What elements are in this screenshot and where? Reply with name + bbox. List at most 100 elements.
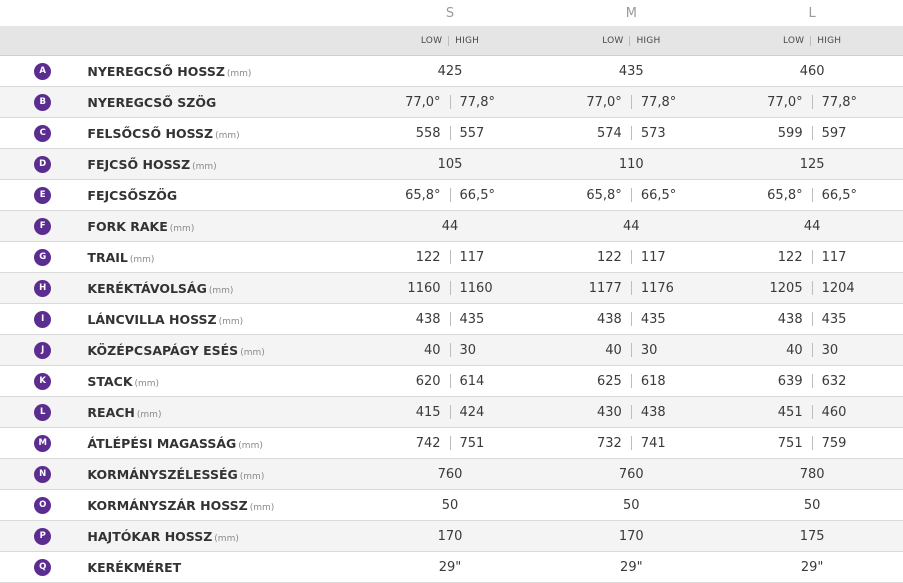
row-label-cell: FELSŐCSŐ HOSSZ (mm) xyxy=(87,126,358,141)
low-high-pair: 77,0° 77,8° xyxy=(405,95,495,110)
separator xyxy=(811,281,813,295)
row-label: ÁTLÉPÉSI MAGASSÁG xyxy=(87,435,237,451)
row-label: REACH xyxy=(87,404,135,420)
high-value: 435 xyxy=(640,311,666,327)
separator xyxy=(448,35,450,46)
low-value: 574 xyxy=(596,125,622,141)
row-letter-badge: C xyxy=(34,124,52,142)
row-letter-badge: A xyxy=(34,62,52,80)
low-value: 639 xyxy=(777,373,803,389)
value: 110 xyxy=(618,156,644,172)
high-value: 751 xyxy=(459,435,485,451)
table-row: D FEJCSŐ HOSSZ (mm) 105 110 125 xyxy=(0,149,903,180)
row-label-cell: NYEREGCSŐ SZÖG xyxy=(87,95,358,110)
high-label: HIGH xyxy=(455,35,480,46)
separator xyxy=(811,374,813,388)
high-value: 435 xyxy=(821,311,847,327)
row-letter-badge: O xyxy=(34,496,52,514)
low-high-pair: 625 618 xyxy=(597,374,666,389)
separator xyxy=(629,35,631,46)
value-cell-s: 425 xyxy=(359,64,542,79)
table-row: G TRAIL (mm) 122 117 122 117 122 117 xyxy=(0,242,903,273)
high-value: 759 xyxy=(821,435,847,451)
row-label: STACK xyxy=(87,373,133,389)
low-label: LOW xyxy=(782,35,805,46)
high-value: 117 xyxy=(640,249,666,265)
row-unit: (mm) xyxy=(215,130,240,141)
value: 760 xyxy=(437,466,463,482)
row-label: FEJCSŐ HOSSZ xyxy=(87,156,191,172)
high-value: 77,8° xyxy=(821,94,858,110)
low-high-pair: 65,8° 66,5° xyxy=(767,188,857,203)
value-cell-m: 574 573 xyxy=(541,126,721,141)
low-high-pair: 122 117 xyxy=(778,250,847,265)
row-letter-badge: D xyxy=(34,155,52,173)
separator xyxy=(630,436,632,450)
row-letter-badge: J xyxy=(34,341,52,359)
low-value: 122 xyxy=(596,249,622,265)
low-high-pair: 599 597 xyxy=(778,126,847,141)
value: 44 xyxy=(623,218,640,234)
row-letter-badge: G xyxy=(34,248,52,266)
value-cell-l: 780 xyxy=(721,467,903,482)
value: 50 xyxy=(623,497,640,513)
low-high-pair: 65,8° 66,5° xyxy=(586,188,676,203)
value-cell-l: 639 632 xyxy=(721,374,903,389)
value: 460 xyxy=(799,63,825,79)
low-high-pair: 1160 1160 xyxy=(407,281,492,296)
low-value: 122 xyxy=(415,249,441,265)
row-unit: (mm) xyxy=(208,285,234,296)
high-value: 30 xyxy=(640,342,658,358)
row-letter-badge: Q xyxy=(34,558,52,576)
value-cell-s: 620 614 xyxy=(359,374,542,389)
value: 29" xyxy=(800,559,824,575)
high-label: HIGH xyxy=(636,35,661,46)
low-value: 65,8° xyxy=(767,187,803,203)
table-row: Q KERÉKMÉRET 29" 29" 29" xyxy=(0,552,903,583)
low-value: 625 xyxy=(596,373,622,389)
table-row: P HAJTÓKAR HOSSZ (mm) 170 170 175 xyxy=(0,521,903,552)
row-letter-badge: N xyxy=(34,465,52,483)
separator xyxy=(811,126,813,140)
value: 125 xyxy=(799,156,825,172)
size-header-row: S M L xyxy=(0,0,903,26)
value-cell-m: 438 435 xyxy=(541,312,721,327)
low-high-pair: 40 30 xyxy=(424,343,476,358)
high-value: 597 xyxy=(821,125,847,141)
table-row: O KORMÁNYSZÁR HOSSZ (mm) 50 50 50 xyxy=(0,490,903,521)
low-value: 438 xyxy=(415,311,441,327)
separator xyxy=(630,250,632,264)
low-high-pair: 77,0° 77,8° xyxy=(586,95,676,110)
value: 435 xyxy=(618,63,644,79)
high-value: 618 xyxy=(640,373,666,389)
low-high-pair: 751 759 xyxy=(778,436,847,451)
value-cell-m: 29" xyxy=(541,560,721,575)
row-label: FELSŐCSŐ HOSSZ xyxy=(87,125,214,141)
separator xyxy=(811,436,813,450)
separator xyxy=(449,405,451,419)
table-row: H KERÉKTÁVOLSÁG (mm) 1160 1160 1177 1176 1205 12… xyxy=(0,273,903,304)
value-cell-m: 65,8° 66,5° xyxy=(541,188,721,203)
separator xyxy=(630,126,632,140)
low-high-pair: 430 438 xyxy=(597,405,666,420)
separator xyxy=(630,343,632,357)
separator xyxy=(449,126,451,140)
low-value: 1205 xyxy=(769,280,803,296)
row-label: NYEREGCSŐ SZÖG xyxy=(87,94,217,110)
row-label-cell: FORK RAKE (mm) xyxy=(87,219,358,234)
geometry-rows: A NYEREGCSŐ HOSSZ (mm) 425 435 460 B NYEREGCSŐ … xyxy=(0,56,903,583)
low-high-m: LOW HIGH xyxy=(541,35,721,46)
row-label: TRAIL xyxy=(87,249,128,265)
value: 50 xyxy=(803,497,821,513)
low-high-pair: 1177 1176 xyxy=(589,281,674,296)
low-value: 558 xyxy=(415,125,441,141)
value-cell-m: 110 xyxy=(541,157,721,172)
value-cell-s: 558 557 xyxy=(359,126,542,141)
row-label-cell: FEJCSŐ HOSSZ (mm) xyxy=(87,157,358,172)
row-label-cell: STACK (mm) xyxy=(87,374,358,389)
row-label: KÖZÉPCSAPÁGY ESÉS xyxy=(87,342,239,358)
row-label-cell: FEJCSŐSZÖG xyxy=(87,188,358,203)
high-label: HIGH xyxy=(817,35,842,46)
value: 780 xyxy=(799,466,825,482)
low-high-pair: 451 460 xyxy=(778,405,847,420)
